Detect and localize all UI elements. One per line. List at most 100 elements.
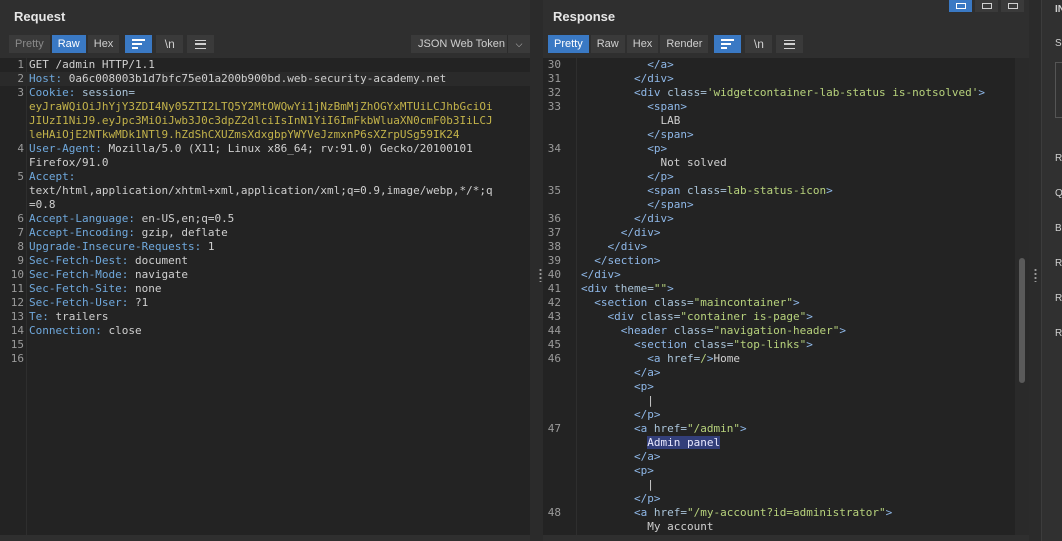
code-token: Connection: [29, 324, 109, 337]
inspector-item[interactable]: R [1055, 293, 1062, 304]
line-number: 30 [547, 58, 561, 71]
code-line: 7 Accept-Encoding: gzip, deflate [0, 226, 530, 240]
word-wrap-icon [721, 39, 735, 49]
code-token: lab-status-icon [726, 184, 827, 197]
inspector-label: IN [1055, 4, 1062, 15]
code-token: </div> [620, 226, 661, 239]
code-text: Sec-Fetch-Site: none [29, 282, 161, 296]
pane-splitter[interactable] [530, 0, 543, 541]
line-number: 42 [547, 296, 561, 309]
scrollbar-thumb[interactable] [1019, 258, 1025, 383]
layout-tabs-button[interactable] [1001, 0, 1024, 12]
request-tab-pretty[interactable]: Pretty [9, 35, 50, 53]
code-text: My account [581, 520, 713, 534]
code-token: class= [693, 338, 734, 351]
request-tab-raw[interactable]: Raw [51, 35, 86, 53]
code-line: </p> [543, 408, 1015, 422]
inspector-item[interactable]: Se [1055, 38, 1062, 49]
code-token: Upgrade-Insecure-Requests: [29, 240, 208, 253]
line-number: 31 [547, 72, 561, 85]
request-extension-dropdown[interactable]: JSON Web Token ⌵ [411, 35, 530, 53]
line-number: 44 [547, 324, 561, 337]
code-line: </a> [543, 366, 1015, 380]
code-line: 9 Sec-Fetch-Dest: document [0, 254, 530, 268]
code-line: 5 Accept: [0, 170, 530, 184]
code-token: class= [686, 184, 727, 197]
response-scrollbar[interactable] [1015, 58, 1029, 535]
code-token: JIUzI1NiJ9.eyJpc3MiOiJwb3J0c3dpZ2dlciIsI… [29, 114, 493, 127]
response-word-wrap-button[interactable] [714, 35, 742, 53]
request-view-toolbar: Pretty Raw Hex \n [9, 35, 215, 53]
code-line: 30 </a> [543, 58, 1015, 72]
code-token: text/html,application/xhtml+xml,applicat… [29, 184, 493, 197]
line-number: 40 [547, 268, 561, 281]
layout-stacked-button[interactable] [975, 0, 998, 12]
line-number: 9 [17, 254, 24, 267]
inspector-item[interactable]: Q [1055, 188, 1062, 199]
code-text: Upgrade-Insecure-Requests: 1 [29, 240, 214, 254]
request-word-wrap-button[interactable] [125, 35, 153, 53]
response-tab-hex[interactable]: Hex [626, 35, 659, 53]
code-line: leHAiOjE2NTkwMDk1NTl9.hZdShCXUZmsXdxgbpY… [0, 128, 530, 142]
response-tab-pretty[interactable]: Pretty [548, 35, 589, 53]
code-token: 'widgetcontainer-lab-status is-notsolved… [706, 86, 979, 99]
code-token: close [108, 324, 142, 337]
code-text: </div> [581, 212, 674, 226]
code-token: ?1 [134, 296, 149, 309]
request-editor[interactable]: 1 GET /admin HTTP/1.1 2 Host: 0a6c008003b1d… [0, 58, 530, 535]
code-text: <span> [581, 100, 687, 114]
code-line: 34 <p> [543, 142, 1015, 156]
inspector-item[interactable]: R [1055, 153, 1062, 164]
code-text: =0.8 [29, 198, 56, 212]
code-token: gzip, deflate [141, 226, 228, 239]
code-token: class= [640, 310, 681, 323]
line-number: 47 [547, 422, 561, 435]
code-text: <a href="/my-account?id=administrator"> [581, 506, 892, 520]
inspector-item[interactable]: R [1055, 258, 1062, 269]
line-number: 16 [10, 352, 24, 365]
response-tab-raw[interactable]: Raw [590, 35, 625, 53]
code-line: 38 </div> [543, 240, 1015, 254]
code-token: </p> [647, 170, 674, 183]
code-text: <section class="maincontainer"> [581, 296, 800, 310]
code-line: LAB [543, 114, 1015, 128]
code-token: </section> [594, 254, 661, 267]
code-line: 45 <section class="top-links"> [543, 338, 1015, 352]
code-token: / [700, 352, 707, 365]
code-token: </a> [633, 366, 661, 379]
code-token: | [581, 478, 654, 491]
layout-side-by-side-button[interactable] [949, 0, 972, 12]
line-number: 3 [17, 86, 24, 99]
code-token: <span> [647, 100, 687, 113]
request-newline-button[interactable]: \n [156, 35, 184, 53]
inspector-item[interactable]: B [1055, 223, 1062, 234]
line-number: 43 [547, 310, 561, 323]
code-text: <div theme=""> [581, 282, 674, 296]
code-text: </span> [581, 198, 693, 212]
code-text: </div> [581, 72, 674, 86]
newline-icon: \n [164, 37, 175, 51]
code-line: 47 <a href="/admin"> [543, 422, 1015, 436]
response-newline-button[interactable]: \n [745, 35, 773, 53]
code-token: <p> [633, 380, 654, 393]
code-text: </a> [581, 366, 661, 380]
line-number: 13 [10, 310, 24, 323]
code-token: leHAiOjE2NTkwMDk1NTl9.hZdShCXUZmsXdxgbpY… [29, 128, 460, 141]
code-token: <div [633, 86, 668, 99]
tabs-icon [1007, 3, 1018, 9]
response-menu-button[interactable] [776, 35, 804, 53]
response-tab-render[interactable]: Render [660, 35, 709, 53]
code-token: Sec-Fetch-Site: [29, 282, 135, 295]
request-tab-hex[interactable]: Hex [87, 35, 120, 53]
response-editor[interactable]: 30 </a> 31 </div> 32 <div class='widgetcon… [543, 58, 1015, 535]
code-line: 3 Cookie: session= [0, 86, 530, 100]
code-token: > [792, 296, 800, 309]
inspector-item[interactable]: R [1055, 328, 1062, 339]
request-menu-button[interactable] [187, 35, 215, 53]
code-token: > [839, 324, 846, 337]
